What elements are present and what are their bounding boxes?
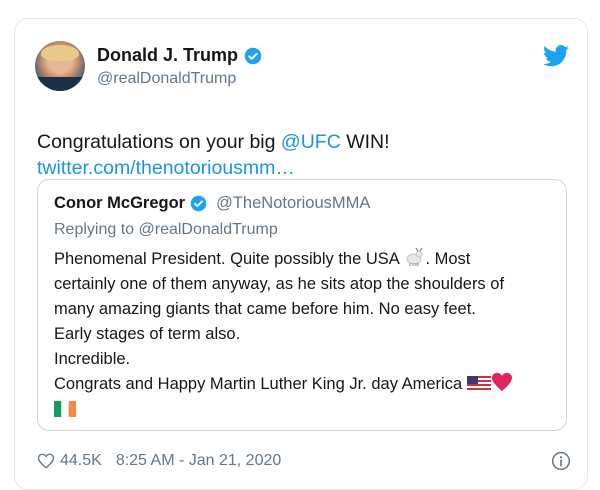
twitter-logo-icon[interactable] bbox=[543, 45, 569, 67]
replying-to: Replying to @realDonaldTrump bbox=[54, 221, 278, 238]
ireland-flag-emoji bbox=[54, 401, 76, 417]
verified-icon bbox=[190, 195, 207, 212]
tweet-meta: 44.5K 8:25 AM - Jan 21, 2020 bbox=[37, 449, 281, 473]
quote-line: Incredible. bbox=[54, 350, 131, 368]
quote-line bbox=[54, 397, 559, 422]
heart-icon[interactable] bbox=[37, 452, 55, 470]
quote-line: Congrats and Happy Martin Luther King Jr… bbox=[54, 372, 559, 397]
mention-link-ufc[interactable]: @UFC bbox=[281, 131, 341, 153]
tweet-url-link[interactable]: twitter.com/thenotoriousmm… bbox=[37, 155, 295, 181]
quote-line: Phenomenal President. Quite possibly the… bbox=[54, 247, 559, 272]
quoted-tweet-body: Phenomenal President. Quite possibly the… bbox=[54, 247, 559, 422]
quote-line: many amazing giants that came before him… bbox=[54, 300, 476, 318]
tweet-text-end: WIN! bbox=[340, 131, 390, 153]
quoted-author-row[interactable]: Conor McGregor @TheNotoriousMMA bbox=[54, 194, 370, 213]
verified-icon bbox=[244, 47, 262, 64]
like-count[interactable]: 44.5K bbox=[60, 452, 102, 470]
us-flag-emoji bbox=[466, 376, 491, 392]
tweet-card[interactable]: Donald J. Trump @realDonaldTrump Congrat… bbox=[14, 18, 588, 490]
quote-line: certainly one of them anyway, as he sits… bbox=[54, 275, 505, 293]
tweet-text-start: Congratulations on your big bbox=[37, 131, 281, 153]
quoted-author-handle[interactable]: @TheNotoriousMMA bbox=[216, 194, 370, 213]
heart-emoji bbox=[491, 372, 512, 392]
timestamp[interactable]: 8:25 AM - Jan 21, 2020 bbox=[116, 452, 281, 470]
quote-line: Early stages of term also. bbox=[54, 325, 241, 343]
author-name-row[interactable]: Donald J. Trump bbox=[97, 45, 262, 66]
avatar[interactable] bbox=[35, 41, 85, 91]
author-name[interactable]: Donald J. Trump bbox=[97, 45, 238, 66]
goat-emoji bbox=[407, 247, 423, 266]
quoted-tweet[interactable]: Conor McGregor @TheNotoriousMMA Replying… bbox=[37, 179, 567, 431]
tweet-text: Congratulations on your big @UFC WIN! bbox=[37, 129, 567, 155]
quoted-author-name[interactable]: Conor McGregor bbox=[54, 194, 185, 213]
info-icon[interactable] bbox=[551, 451, 571, 471]
author-handle[interactable]: @realDonaldTrump bbox=[97, 70, 236, 88]
